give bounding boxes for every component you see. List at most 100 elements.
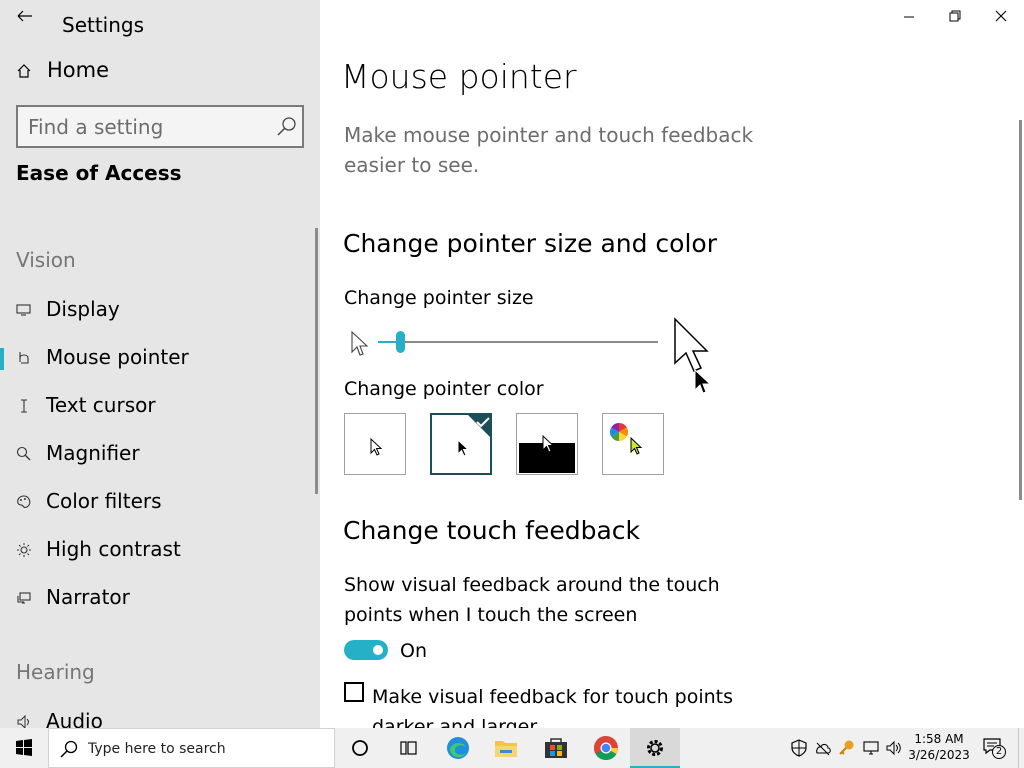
close-button[interactable] — [978, 2, 1024, 32]
white-pointer-icon — [370, 437, 383, 456]
section-heading-size-color: Change pointer size and color — [343, 229, 717, 258]
start-button[interactable] — [4, 732, 44, 764]
volume-icon[interactable] — [884, 738, 904, 758]
sidebar: Settings Home Find a setting Ease of Acc… — [0, 0, 320, 728]
sidebar-item-label: Text cursor — [46, 393, 156, 417]
clock-date: 3/26/2023 — [908, 748, 970, 762]
search-icon[interactable] — [276, 116, 298, 138]
back-button[interactable] — [8, 4, 40, 28]
show-desktop-button[interactable] — [1018, 728, 1024, 768]
sidebar-item-label: Magnifier — [46, 441, 140, 465]
main-panel: Mouse pointer Make mouse pointer and tou… — [320, 0, 1024, 728]
black-pointer-icon — [457, 438, 470, 457]
minimize-button[interactable] — [886, 2, 932, 32]
sidebar-item-high-contrast[interactable]: High contrast — [0, 530, 320, 570]
sidebar-item-label: Color filters — [46, 489, 162, 513]
narrator-icon — [17, 592, 31, 604]
back-arrow-icon — [17, 10, 32, 22]
color-filters-icon — [17, 495, 31, 508]
taskbar-search-box[interactable]: Type here to search — [48, 728, 335, 768]
magnifier-icon — [16, 446, 31, 461]
settings-taskbar-button[interactable] — [630, 728, 680, 768]
page-title: Mouse pointer — [341, 57, 577, 96]
pointer-color-black-option[interactable] — [430, 413, 492, 475]
selected-check-icon — [468, 415, 492, 439]
taskbar-search-input[interactable]: Type here to search — [88, 740, 226, 758]
restore-button[interactable] — [932, 2, 978, 32]
home-link[interactable]: Home — [0, 54, 320, 88]
gear-icon — [647, 740, 663, 756]
touch-feedback-description: Show visual feedback around the touch po… — [344, 574, 720, 626]
notification-badge: 2 — [992, 745, 1006, 759]
pointer-size-label: Change pointer size — [344, 287, 534, 309]
touch-feedback-toggle[interactable] — [344, 640, 388, 660]
clock[interactable]: 1:58 AM 3/26/2023 — [906, 731, 972, 765]
sidebar-item-audio[interactable]: Audio — [0, 702, 320, 728]
sidebar-item-label: High contrast — [46, 537, 181, 561]
task-view-button[interactable] — [388, 732, 428, 764]
clock-time: 1:58 AM — [914, 732, 964, 746]
sidebar-item-display[interactable]: Display — [0, 290, 320, 330]
sidebar-item-label: Narrator — [46, 585, 130, 609]
display-icon — [16, 304, 31, 316]
page-description: Make mouse pointer and touch feedback ea… — [344, 123, 754, 177]
mouse-pointer-icon — [19, 352, 29, 364]
key-icon[interactable] — [837, 738, 857, 758]
security-shield-icon[interactable] — [789, 738, 809, 758]
pointer-color-white-option[interactable] — [344, 413, 406, 475]
pointer-color-custom-option[interactable] — [602, 413, 664, 475]
pointer-size-slider[interactable] — [378, 330, 658, 354]
close-icon — [995, 10, 1007, 22]
sidebar-item-label: Audio — [46, 709, 103, 728]
action-center-button[interactable]: 2 — [978, 734, 1010, 762]
audio-icon — [17, 714, 29, 728]
section-heading-touch: Change touch feedback — [343, 516, 640, 545]
text-cursor-icon — [21, 399, 27, 413]
restore-icon — [949, 10, 961, 22]
sidebar-item-text-cursor[interactable]: Text cursor — [0, 386, 320, 426]
sidebar-item-magnifier[interactable]: Magnifier — [0, 434, 320, 474]
network-icon[interactable] — [861, 738, 881, 758]
minimize-icon — [904, 16, 914, 18]
darker-feedback-checkbox[interactable] — [344, 682, 364, 702]
search-input[interactable]: Find a setting — [28, 115, 163, 139]
home-icon — [17, 64, 31, 78]
small-pointer-icon — [351, 330, 369, 356]
sidebar-item-narrator[interactable]: Narrator — [0, 578, 320, 618]
inverted-pointer-icon — [542, 434, 555, 453]
file-explorer-button[interactable] — [486, 732, 526, 764]
edge-icon — [447, 737, 469, 759]
home-label: Home — [47, 58, 110, 82]
large-pointer-icon — [674, 317, 709, 372]
onedrive-icon[interactable] — [813, 738, 833, 758]
search-icon — [60, 740, 78, 758]
search-box[interactable]: Find a setting — [16, 105, 304, 148]
windows-logo-icon — [16, 739, 32, 756]
slider-thumb[interactable] — [396, 331, 405, 353]
darker-feedback-label: Make visual feedback for touch points da… — [372, 686, 733, 728]
folder-icon — [495, 741, 517, 757]
cortana-icon — [352, 740, 368, 756]
sidebar-scrollbar[interactable] — [315, 228, 318, 494]
taskbar: Type here to search 1:58 AM 3/26/2023 2 — [0, 728, 1024, 768]
hearing-section-label: Hearing — [16, 660, 95, 684]
vision-section-label: Vision — [16, 248, 76, 272]
pointer-color-inverted-option[interactable] — [516, 413, 578, 475]
pointer-color-label: Change pointer color — [344, 378, 544, 400]
edge-button[interactable] — [438, 732, 478, 764]
store-icon — [545, 738, 567, 758]
sidebar-item-label: Mouse pointer — [46, 345, 189, 369]
high-contrast-icon — [17, 543, 31, 557]
sidebar-item-mouse-pointer[interactable]: Mouse pointer — [0, 338, 320, 378]
mouse-cursor-icon — [694, 368, 712, 394]
cortana-button[interactable] — [340, 732, 380, 764]
toggle-knob — [373, 645, 383, 655]
chrome-button[interactable] — [586, 732, 626, 764]
store-button[interactable] — [536, 732, 576, 764]
sidebar-item-color-filters[interactable]: Color filters — [0, 482, 320, 522]
slider-track — [400, 341, 658, 343]
main-scrollbar[interactable] — [1019, 120, 1022, 500]
selected-indicator — [0, 348, 4, 370]
app-title: Settings — [62, 13, 145, 37]
sidebar-item-label: Display — [46, 297, 120, 321]
